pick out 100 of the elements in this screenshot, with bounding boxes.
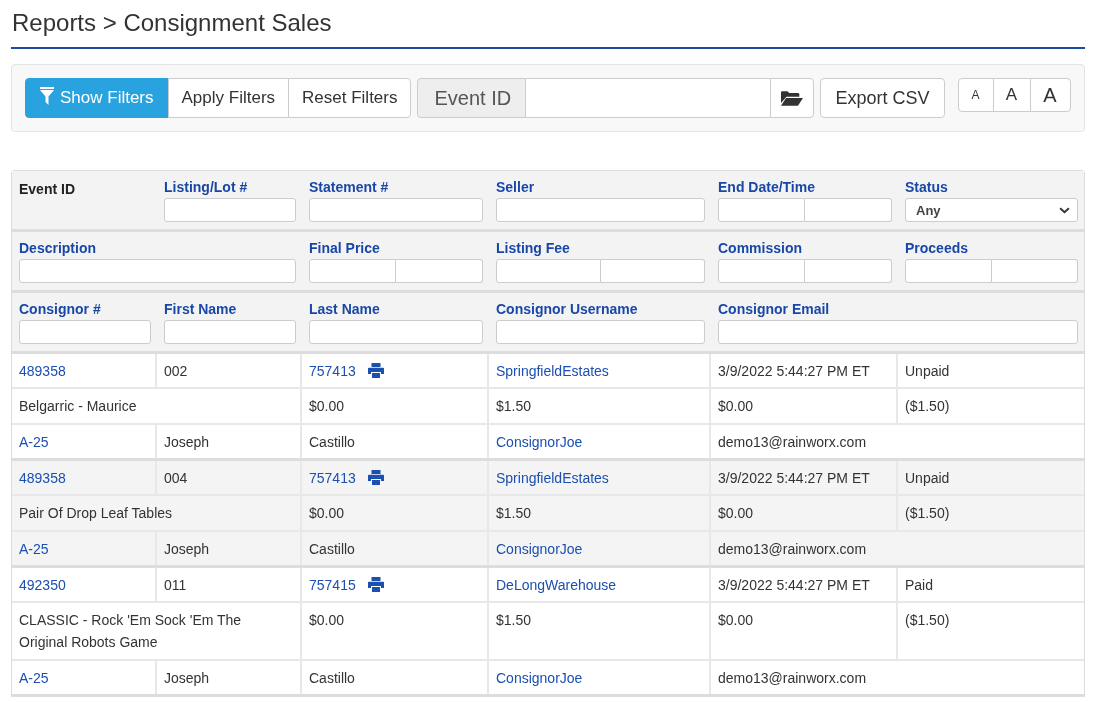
table-cell: 002 [157, 354, 302, 389]
filter-field[interactable] [496, 198, 705, 222]
column-header-link[interactable]: Commission [718, 240, 802, 257]
table-cell: Castillo [302, 661, 489, 694]
column-header: Event ID [19, 181, 75, 198]
filter-field[interactable] [718, 320, 1078, 344]
table-cell: $0.00 [711, 496, 898, 532]
table-cell-text: demo13@rainworx.com [717, 433, 868, 452]
column-header-link[interactable]: Seller [496, 179, 535, 196]
table-link[interactable]: 492350 [19, 575, 66, 595]
table-cell: Unpaid [898, 461, 1084, 496]
table-cell: $1.50 [489, 603, 711, 661]
table-cell-text: demo13@rainworx.com [717, 669, 868, 688]
range-from-field[interactable] [718, 259, 805, 283]
printer-icon[interactable] [367, 470, 384, 485]
filter-field[interactable] [309, 198, 483, 222]
table-cell: 011 [157, 568, 302, 603]
column-header-link[interactable]: Consignor Email [718, 301, 830, 318]
font-size-button[interactable]: A [1029, 78, 1071, 112]
table-link[interactable]: 757415 [309, 575, 356, 595]
column-header-link[interactable]: Final Price [309, 240, 380, 257]
table-cell: Joseph [157, 425, 302, 458]
column-header-link[interactable]: Description [19, 240, 96, 257]
table-link[interactable]: 489358 [19, 468, 66, 488]
range-from-field[interactable] [496, 259, 601, 283]
range-to-field[interactable] [396, 259, 483, 283]
filter-icon [40, 87, 54, 105]
table-cell: $0.00 [711, 603, 898, 661]
table-cell: Paid [898, 568, 1084, 603]
table-cell: Unpaid [898, 354, 1084, 389]
table-cell: ($1.50) [898, 389, 1084, 425]
table-link[interactable]: 489358 [19, 361, 66, 381]
filter-field[interactable] [164, 320, 296, 344]
column-header-link[interactable]: Statement # [309, 179, 389, 196]
column-header-link[interactable]: Listing Fee [496, 240, 570, 257]
table-cell: $0.00 [302, 389, 489, 425]
status-dropdown[interactable]: Any [905, 198, 1078, 222]
filter-field[interactable] [309, 320, 483, 344]
export-csv-button[interactable]: Export CSV [820, 78, 945, 118]
range-from-field[interactable] [718, 198, 805, 222]
table-cell: 3/9/2022 5:44:27 PM ET [711, 568, 898, 603]
range-from-field[interactable] [309, 259, 396, 283]
printer-icon[interactable] [367, 577, 384, 592]
column-header-link[interactable]: Consignor # [19, 301, 101, 318]
column-header-link[interactable]: Listing/Lot # [164, 179, 248, 196]
table-cell: $0.00 [711, 389, 898, 425]
column-header-link[interactable]: Status [905, 179, 948, 196]
table-link[interactable]: 757413 [309, 468, 356, 488]
printer-icon[interactable] [367, 363, 384, 378]
page-title: Reports > Consignment Sales [12, 8, 333, 38]
column-header-link[interactable]: First Name [164, 301, 237, 318]
font-size-button[interactable]: A [957, 78, 994, 112]
folder-icon [781, 89, 804, 107]
table-cell: Castillo [302, 532, 489, 565]
table-cell: Joseph [157, 661, 302, 694]
table-link[interactable]: SpringfieldEstates [496, 468, 609, 488]
table-cell: 3/9/2022 5:44:27 PM ET [711, 354, 898, 389]
filter-field[interactable] [496, 320, 705, 344]
chevron-down-icon [1059, 206, 1070, 214]
table-link[interactable]: ConsignorJoe [496, 539, 583, 559]
filter-button[interactable]: Apply Filters [167, 78, 290, 118]
table-cell: 004 [157, 461, 302, 496]
table-cell: CLASSIC - Rock 'Em Sock 'Em The Original Robots Game [12, 603, 302, 661]
column-header-link[interactable]: Consignor Username [496, 301, 638, 318]
table-link[interactable]: 757413 [309, 361, 356, 381]
table-cell: Castillo [302, 425, 489, 458]
column-header-link[interactable]: Last Name [309, 301, 380, 318]
table-cell: demo13@rainworx.com [711, 532, 1084, 565]
table-cell: Joseph [157, 532, 302, 565]
table-link[interactable]: A-25 [19, 539, 49, 559]
table-cell: $0.00 [302, 496, 489, 532]
font-size-button[interactable]: A [992, 78, 1031, 112]
event-id-label: Event ID [417, 78, 527, 118]
table-link[interactable]: SpringfieldEstates [496, 361, 609, 381]
table-cell: $1.50 [489, 496, 711, 532]
filter-field[interactable] [19, 259, 296, 283]
range-from-field[interactable] [905, 259, 992, 283]
table-link[interactable]: ConsignorJoe [496, 668, 583, 688]
range-to-field[interactable] [805, 259, 892, 283]
table-link[interactable]: ConsignorJoe [496, 432, 583, 452]
event-id-field[interactable] [526, 78, 771, 118]
browse-button[interactable] [770, 78, 815, 118]
filter-button[interactable]: Reset Filters [288, 78, 412, 118]
table-link[interactable]: A-25 [19, 432, 49, 452]
filter-field[interactable] [19, 320, 151, 344]
table-cell: $1.50 [489, 389, 711, 425]
table-cell: ($1.50) [898, 603, 1084, 661]
table-cell: ($1.50) [898, 496, 1084, 532]
table-cell: Pair Of Drop Leaf Tables [12, 496, 302, 532]
table-link[interactable]: DeLongWarehouse [496, 575, 617, 595]
range-to-field[interactable] [991, 259, 1078, 283]
table-cell: $0.00 [302, 603, 489, 661]
table-link[interactable]: A-25 [19, 668, 49, 688]
table-cell: Belgarric - Maurice [12, 389, 302, 425]
filter-field[interactable] [164, 198, 296, 222]
range-to-field[interactable] [805, 198, 892, 222]
range-to-field[interactable] [600, 259, 705, 283]
table-cell: 3/9/2022 5:44:27 PM ET [711, 461, 898, 496]
column-header-link[interactable]: Proceeds [905, 240, 969, 257]
column-header-link[interactable]: End Date/Time [718, 179, 815, 196]
